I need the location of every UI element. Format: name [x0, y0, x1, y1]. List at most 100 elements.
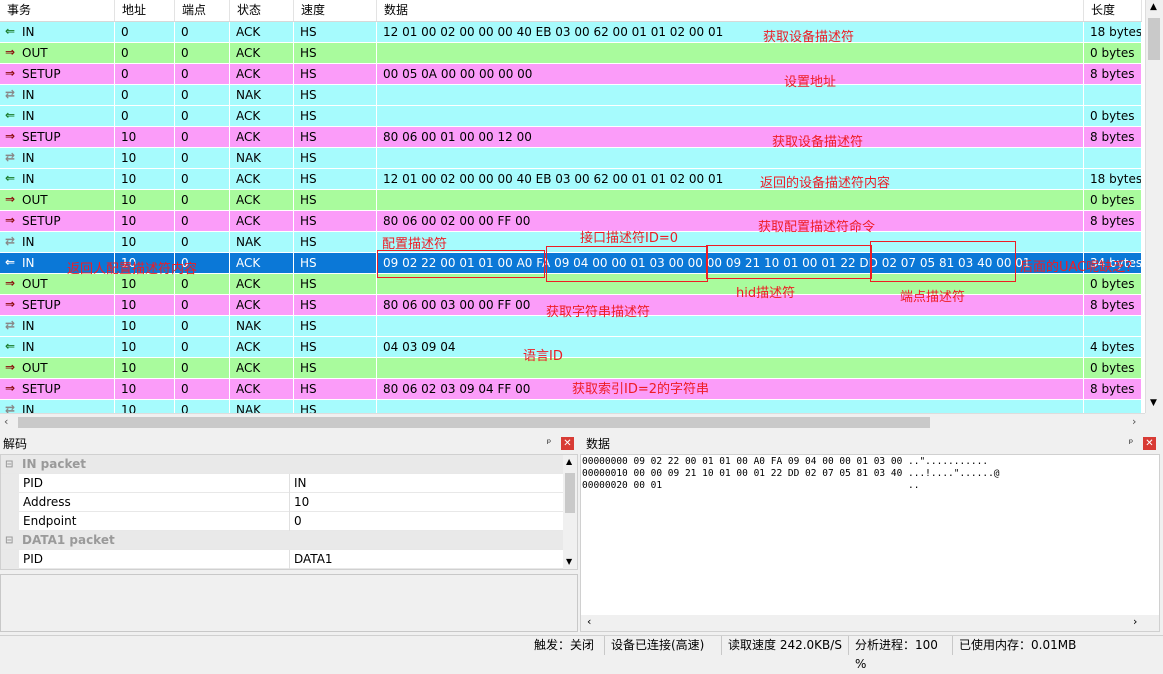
hex-line: 00000010 00 00 09 21 10 01 00 01 22 DD 0… [582, 468, 1000, 479]
cell-ep: 0 [175, 295, 230, 315]
pin-icon[interactable]: ᵖ [1125, 438, 1137, 450]
prop-group-in-packet[interactable]: ⊟ IN packet [1, 455, 563, 474]
col-header-speed[interactable]: 速度 [294, 0, 377, 21]
table-row[interactable]: ⇒ SETUP 10 0 ACK HS 80 06 02 03 09 04 FF 00 8 b… [0, 379, 1142, 400]
grid-horizontal-thumb[interactable] [18, 417, 930, 428]
prop-key: PID [23, 552, 44, 566]
table-row[interactable]: ⇒ OUT 0 0 ACK HS 0 bytes [0, 43, 1142, 64]
table-row[interactable]: ⇄ IN 10 0 NAK HS [0, 400, 1142, 413]
scroll-left-icon[interactable]: ‹ [4, 415, 8, 428]
col-header-transaction[interactable]: 事务 [0, 0, 115, 21]
col-header-endpoint[interactable]: 端点 [175, 0, 230, 21]
cell-speed: HS [294, 211, 377, 231]
hex-dump-view[interactable]: 00000000 09 02 22 00 01 01 00 A0 FA 09 0… [580, 454, 1160, 632]
col-header-status[interactable]: 状态 [230, 0, 294, 21]
close-icon[interactable]: ✕ [561, 437, 574, 450]
decode-description-area [0, 574, 578, 632]
prop-row-pid[interactable]: PID IN [1, 474, 563, 493]
cell-len: 18 bytes [1084, 22, 1142, 42]
cell-status: ACK [230, 22, 294, 42]
scroll-up-icon[interactable]: ▲ [566, 457, 572, 466]
cell-speed: HS [294, 337, 377, 357]
scroll-right-icon[interactable]: › [1133, 615, 1137, 628]
scroll-left-icon[interactable]: ‹ [587, 615, 591, 628]
prop-gutter [1, 550, 19, 569]
collapse-icon[interactable]: ⊟ [5, 531, 13, 550]
scroll-down-icon[interactable]: ▼ [566, 557, 572, 566]
cell-len: 8 bytes [1084, 379, 1142, 399]
cell-status: ACK [230, 106, 294, 126]
cell-addr: 10 [115, 358, 175, 378]
cell-addr: 10 [115, 316, 175, 336]
cell-addr: 10 [115, 211, 175, 231]
table-row[interactable]: ⇐ IN 0 0 ACK HS 0 bytes [0, 106, 1142, 127]
decode-panel-header: 解码 ᵖ ✕ [0, 436, 578, 452]
scroll-up-icon[interactable]: ▲ [1150, 2, 1157, 12]
transaction-grid[interactable]: 事务 地址 端点 状态 速度 数据 长度 ⇐ IN 0 0 ACK HS 12 01 00 … [0, 0, 1145, 413]
box-interface-descriptor [546, 246, 708, 282]
decode-property-grid[interactable]: ⊟ IN packet PID IN Address 10 Endpoint 0… [0, 454, 578, 570]
prop-key: PID [23, 476, 44, 490]
cell-data: 04 03 09 04 [377, 337, 1084, 357]
col-header-address[interactable]: 地址 [115, 0, 175, 21]
pin-icon[interactable]: ᵖ [543, 438, 555, 450]
decode-scrollbar[interactable]: ▲ ▼ [563, 455, 577, 569]
prop-value: DATA1 [294, 552, 333, 566]
table-row[interactable]: ⇒ SETUP 10 0 ACK HS 80 06 00 02 00 00 FF 00 8 b… [0, 211, 1142, 232]
grid-vertical-scrollbar[interactable]: ▲ ▼ [1145, 0, 1163, 413]
cell-ep: 0 [175, 337, 230, 357]
col-header-data[interactable]: 数据 [377, 0, 1084, 21]
scroll-down-icon[interactable]: ▼ [1150, 398, 1157, 408]
cell-ep: 0 [175, 358, 230, 378]
prop-row-endpoint[interactable]: Endpoint 0 [1, 512, 563, 531]
cell-speed: HS [294, 253, 377, 273]
table-row[interactable]: ⇄ IN 10 0 NAK HS [0, 148, 1142, 169]
cell-type: SETUP [0, 64, 115, 84]
table-row[interactable]: ⇐ IN 10 0 ACK HS 04 03 09 04 4 bytes [0, 337, 1142, 358]
cell-len: 0 bytes [1084, 106, 1142, 126]
prop-group-label: DATA1 packet [22, 533, 115, 547]
cell-speed: HS [294, 85, 377, 105]
prop-group-data1-packet[interactable]: ⊟ DATA1 packet [1, 531, 563, 550]
hex-horizontal-scrollbar[interactable]: ‹ › [581, 615, 1159, 631]
cell-data: 00 05 0A 00 00 00 00 00 [377, 64, 1084, 84]
prop-row-pid-data1[interactable]: PID DATA1 [1, 550, 563, 569]
scroll-right-icon[interactable]: › [1132, 415, 1136, 428]
cell-type: OUT [0, 190, 115, 210]
cell-type: SETUP [0, 295, 115, 315]
table-row[interactable]: ⇄ IN 0 0 NAK HS [0, 85, 1142, 106]
collapse-icon[interactable]: ⊟ [5, 455, 13, 474]
close-icon[interactable]: ✕ [1143, 437, 1156, 450]
prop-value: 0 [294, 514, 302, 528]
cell-len: 8 bytes [1084, 295, 1142, 315]
col-header-length[interactable]: 长度 [1084, 0, 1142, 21]
cell-data [377, 106, 1084, 126]
data-panel-title: 数据 [586, 437, 611, 451]
table-row[interactable]: ⇐ IN 0 0 ACK HS 12 01 00 02 00 00 00 40 EB 03 … [0, 22, 1142, 43]
cell-speed: HS [294, 148, 377, 168]
cell-data [377, 43, 1084, 63]
grid-horizontal-scrollbar[interactable]: ‹ › [0, 413, 1145, 431]
grid-vertical-thumb[interactable] [1148, 18, 1160, 60]
table-row[interactable]: ⇒ OUT 10 0 ACK HS 0 bytes [0, 190, 1142, 211]
cell-type: SETUP [0, 127, 115, 147]
cell-data [377, 358, 1084, 378]
cell-status: NAK [230, 85, 294, 105]
cell-len [1084, 232, 1142, 252]
cell-data [377, 400, 1084, 413]
cell-data [377, 190, 1084, 210]
table-row[interactable]: ⇒ SETUP 0 0 ACK HS 00 05 0A 00 00 00 00 00 8 by… [0, 64, 1142, 85]
decode-scroll-thumb[interactable] [565, 473, 575, 513]
cell-ep: 0 [175, 148, 230, 168]
table-row[interactable]: ⇒ OUT 10 0 ACK HS 0 bytes [0, 358, 1142, 379]
cell-data [377, 316, 1084, 336]
table-row[interactable]: ⇒ SETUP 10 0 ACK HS 80 06 00 01 00 00 12 00 8 b… [0, 127, 1142, 148]
annotation-uac-question: 后面的UAC呢缺乏？ [1020, 260, 1139, 275]
cell-addr: 0 [115, 85, 175, 105]
prop-divider [289, 493, 290, 512]
table-row[interactable]: ⇐ IN 10 0 ACK HS 12 01 00 02 00 00 00 40 EB 03… [0, 169, 1142, 190]
prop-row-address[interactable]: Address 10 [1, 493, 563, 512]
annotation-get-string-index-2: 获取索引ID=2的字符串 [572, 382, 710, 397]
cell-status: ACK [230, 190, 294, 210]
cell-ep: 0 [175, 232, 230, 252]
